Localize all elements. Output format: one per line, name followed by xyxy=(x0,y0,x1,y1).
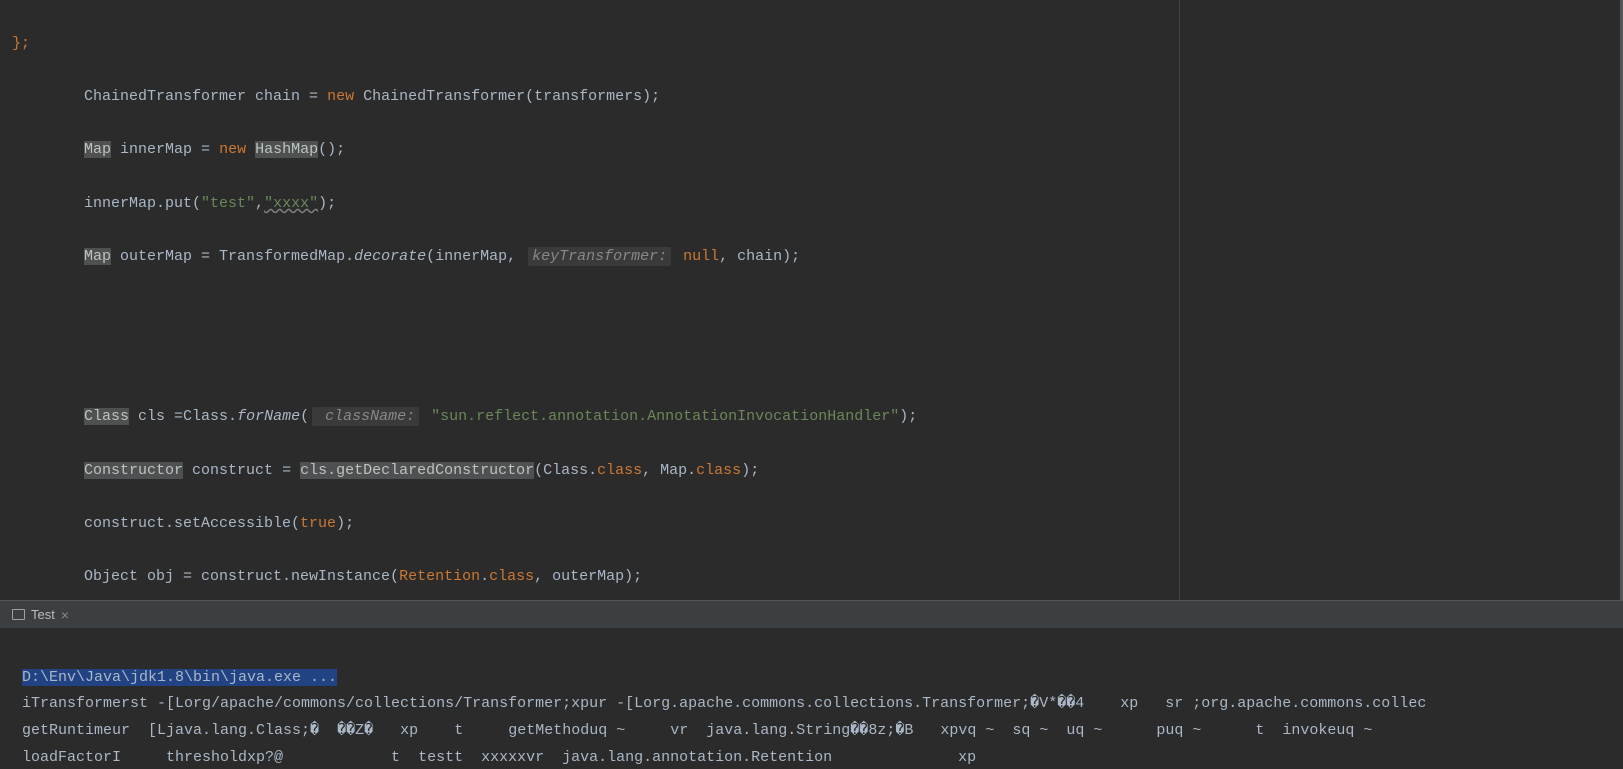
console-command: D:\Env\Java\jdk1.8\bin\java.exe ... xyxy=(22,669,337,686)
editor-content[interactable]: }; ChainedTransformer chain = new Chaine… xyxy=(0,0,1180,600)
run-tab-icon xyxy=(12,609,25,620)
console-output[interactable]: D:\Env\Java\jdk1.8\bin\java.exe ... iTra… xyxy=(0,628,1623,769)
code-line: Map innerMap = new HashMap(); xyxy=(0,137,1179,164)
code-line: innerMap.put("test","xxxx"); xyxy=(0,191,1179,218)
console-tab-bar: Test × xyxy=(0,601,1623,628)
code-line xyxy=(0,351,1179,378)
console-line: loadFactorI thresholdxp?@ t testt xxxxxv… xyxy=(22,749,976,766)
tab-label: Test xyxy=(31,607,55,622)
code-line: Map outerMap = TransformedMap.decorate(i… xyxy=(0,244,1179,271)
code-line xyxy=(0,298,1179,325)
code-line: }; xyxy=(0,31,1179,58)
code-line: Class cls =Class.forName( className: "su… xyxy=(0,404,1179,431)
console-line: iTransformerst -[Lorg/apache/commons/col… xyxy=(22,695,1426,712)
console-line: getRuntimeur [Ljava.lang.Class;� ��Z� xp… xyxy=(22,722,1426,739)
tab-test[interactable]: Test × xyxy=(4,607,77,623)
code-line: Object obj = construct.newInstance(Reten… xyxy=(0,564,1179,591)
code-editor[interactable]: }; ChainedTransformer chain = new Chaine… xyxy=(0,0,1623,600)
code-line: Constructor construct = cls.getDeclaredC… xyxy=(0,458,1179,485)
console-panel: Test × D:\Env\Java\jdk1.8\bin\java.exe .… xyxy=(0,600,1623,769)
code-line: construct.setAccessible(true); xyxy=(0,511,1179,538)
code-line: ChainedTransformer chain = new ChainedTr… xyxy=(0,84,1179,111)
close-icon[interactable]: × xyxy=(61,607,69,623)
